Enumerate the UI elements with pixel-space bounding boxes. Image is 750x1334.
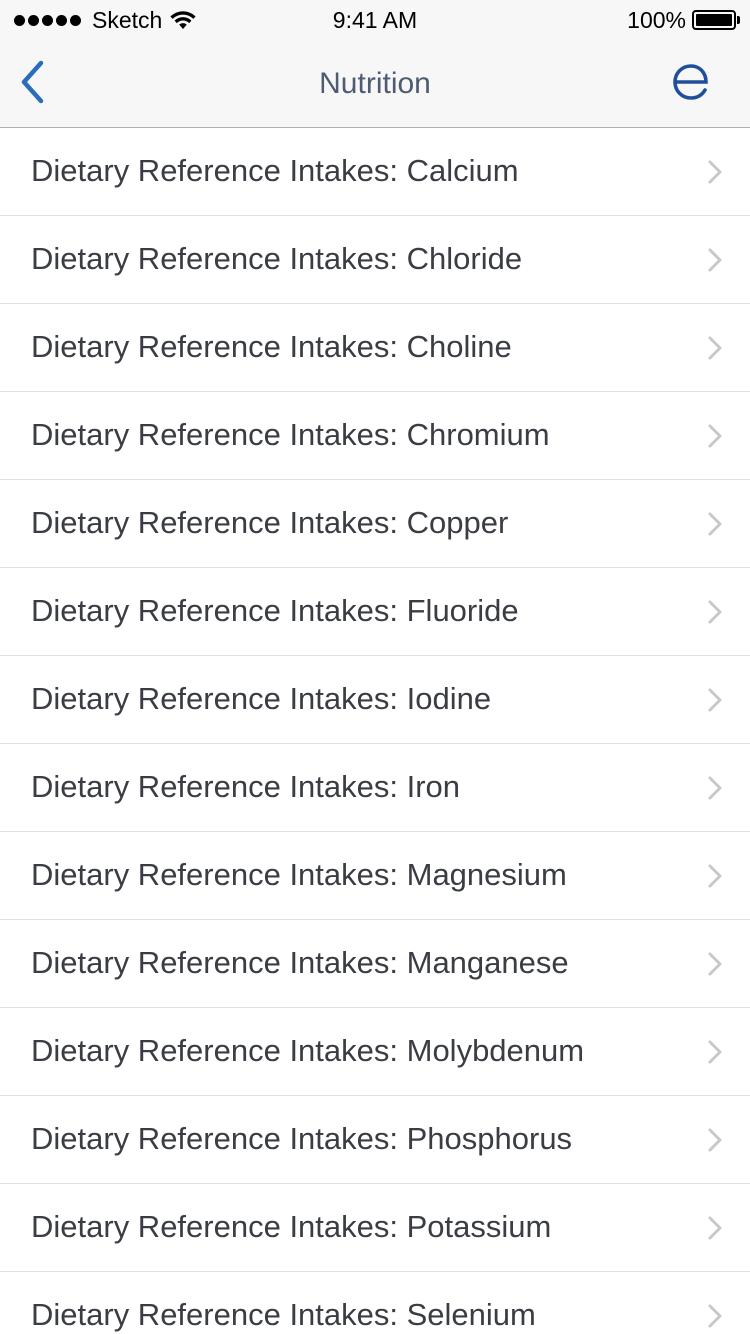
list-item[interactable]: Dietary Reference Intakes: Molybdenum [0, 1008, 750, 1096]
chevron-right-icon [708, 1128, 722, 1152]
list-item-label: Dietary Reference Intakes: Magnesium [31, 857, 567, 892]
epocrates-logo-icon [671, 62, 711, 107]
battery-icon [692, 10, 740, 30]
list-item[interactable]: Dietary Reference Intakes: Manganese [0, 920, 750, 1008]
screen: Sketch 9:41 AM 100% Nutrition Dietary Re… [0, 0, 750, 1334]
list-item[interactable]: Dietary Reference Intakes: Chloride [0, 216, 750, 304]
chevron-right-icon [708, 776, 722, 800]
navigation-bar: Nutrition [0, 40, 750, 128]
chevron-right-icon [708, 424, 722, 448]
chevron-right-icon [708, 952, 722, 976]
chevron-right-icon [708, 1040, 722, 1064]
list-item[interactable]: Dietary Reference Intakes: Magnesium [0, 832, 750, 920]
chevron-right-icon [708, 160, 722, 184]
list-item[interactable]: Dietary Reference Intakes: Fluoride [0, 568, 750, 656]
list-item-label: Dietary Reference Intakes: Chromium [31, 417, 550, 452]
list-item-label: Dietary Reference Intakes: Copper [31, 505, 509, 540]
battery-percentage: 100% [627, 6, 686, 33]
chevron-right-icon [708, 688, 722, 712]
list-item-label: Dietary Reference Intakes: Iron [31, 769, 461, 804]
chevron-right-icon [708, 336, 722, 360]
list-item[interactable]: Dietary Reference Intakes: Phosphorus [0, 1096, 750, 1184]
list-item-label: Dietary Reference Intakes: Chloride [31, 241, 523, 276]
brand-logo-button[interactable] [666, 54, 716, 114]
list-item-label: Dietary Reference Intakes: Calcium [31, 153, 519, 188]
list-item[interactable]: Dietary Reference Intakes: Iron [0, 744, 750, 832]
list-item-label: Dietary Reference Intakes: Phosphorus [31, 1121, 573, 1156]
list-item-label: Dietary Reference Intakes: Selenium [31, 1297, 536, 1332]
list-item[interactable]: Dietary Reference Intakes: Copper [0, 480, 750, 568]
list-item[interactable]: Dietary Reference Intakes: Chromium [0, 392, 750, 480]
chevron-right-icon [708, 248, 722, 272]
list-item[interactable]: Dietary Reference Intakes: Iodine [0, 656, 750, 744]
list-item[interactable]: Dietary Reference Intakes: Selenium [0, 1272, 750, 1334]
list-item[interactable]: Dietary Reference Intakes: Calcium [0, 128, 750, 216]
list-item-label: Dietary Reference Intakes: Fluoride [31, 593, 519, 628]
chevron-right-icon [708, 864, 722, 888]
list-item-label: Dietary Reference Intakes: Manganese [31, 945, 569, 980]
list-item-label: Dietary Reference Intakes: Iodine [31, 681, 492, 716]
list-item-label: Dietary Reference Intakes: Molybdenum [31, 1033, 585, 1068]
page-title: Nutrition [319, 67, 431, 100]
chevron-right-icon [708, 512, 722, 536]
list-item-label: Dietary Reference Intakes: Choline [31, 329, 512, 364]
nutrition-list: Dietary Reference Intakes: Calcium Dieta… [0, 128, 750, 1334]
chevron-right-icon [708, 1216, 722, 1240]
status-right: 100% [627, 6, 740, 34]
list-item-label: Dietary Reference Intakes: Potassium [31, 1209, 552, 1244]
chevron-right-icon [708, 1304, 722, 1328]
list-item[interactable]: Dietary Reference Intakes: Potassium [0, 1184, 750, 1272]
list-item[interactable]: Dietary Reference Intakes: Choline [0, 304, 750, 392]
chevron-right-icon [708, 600, 722, 624]
status-bar: Sketch 9:41 AM 100% [0, 0, 750, 40]
